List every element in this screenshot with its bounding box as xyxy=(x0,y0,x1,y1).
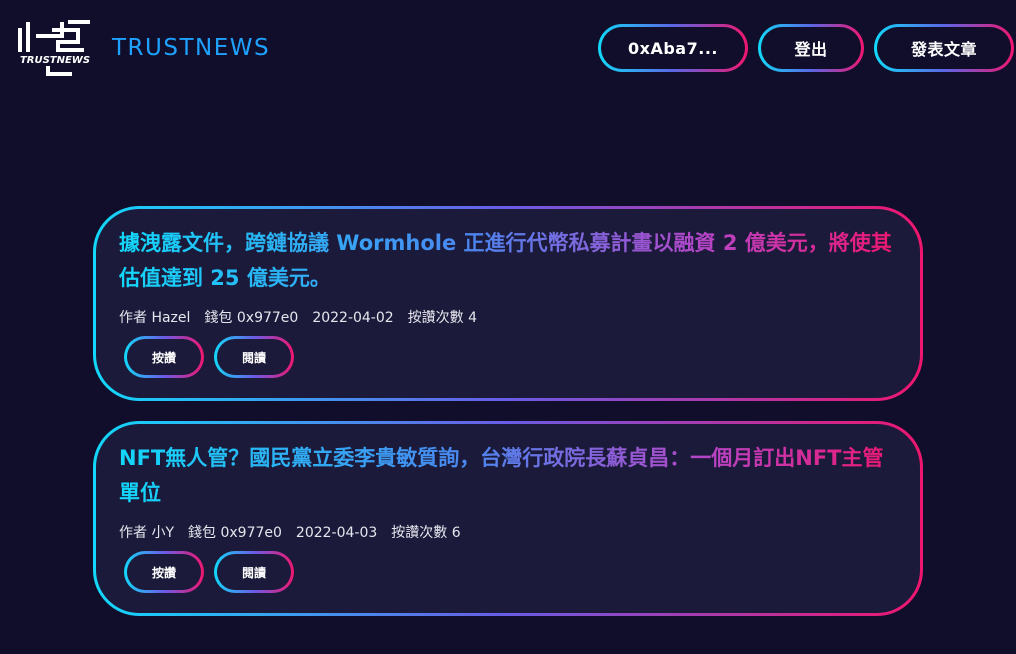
like-button[interactable]: 按讚 xyxy=(124,551,204,593)
publish-date: 2022-04-03 xyxy=(295,525,378,541)
wallet-label: 錢包 xyxy=(188,525,217,541)
author-label: 作者 xyxy=(119,310,147,326)
wallet-label: 錢包 xyxy=(204,310,233,326)
top-header: TRUSTNEWS TRUSTNEWS 0xAba7... 登出 發表文章 xyxy=(0,0,1016,96)
article-meta: 作者 小Y 錢包 0x977e0 2022-04-03 按讚次數 6 xyxy=(119,523,461,543)
article-card: 據洩露文件，跨鏈協議 Wormhole 正進行代幣私募計畫以融資 2 億美元，將… xyxy=(93,206,923,401)
likes-count: 6 xyxy=(451,525,461,541)
likes-count: 4 xyxy=(468,310,478,326)
author-name: Hazel xyxy=(151,310,191,326)
wallet-address-button[interactable]: 0xAba7... xyxy=(598,24,748,72)
read-button[interactable]: 閱讀 xyxy=(214,336,294,378)
article-title[interactable]: 據洩露文件，跨鏈協議 Wormhole 正進行代幣私募計畫以融資 2 億美元，將… xyxy=(119,226,899,296)
read-button[interactable]: 閱讀 xyxy=(214,551,294,593)
author-name: 小Y xyxy=(151,525,175,541)
wallet-address: 0x977e0 xyxy=(236,310,299,326)
logo-text: TRUSTNEWS xyxy=(20,55,90,66)
brand-name[interactable]: TRUSTNEWS xyxy=(112,33,270,63)
logout-button[interactable]: 登出 xyxy=(758,24,864,72)
likes-label: 按讚次數 xyxy=(391,525,448,541)
article-meta: 作者 Hazel 錢包 0x977e0 2022-04-02 按讚次數 4 xyxy=(119,308,477,328)
like-button[interactable]: 按讚 xyxy=(124,336,204,378)
trustnews-logo[interactable]: TRUSTNEWS xyxy=(12,18,98,78)
article-card: NFT無人管？國民黨立委李貴敏質詢，台灣行政院長蘇貞昌：一個月訂出NFT主管單位… xyxy=(93,421,923,616)
author-label: 作者 xyxy=(119,525,147,541)
publish-article-button[interactable]: 發表文章 xyxy=(874,24,1014,72)
publish-date: 2022-04-02 xyxy=(312,310,394,326)
article-title[interactable]: NFT無人管？國民黨立委李貴敏質詢，台灣行政院長蘇貞昌：一個月訂出NFT主管單位 xyxy=(119,441,899,511)
logo-mark-icon: TRUSTNEWS xyxy=(14,20,96,76)
wallet-address: 0x977e0 xyxy=(220,525,282,541)
likes-label: 按讚次數 xyxy=(407,310,464,326)
